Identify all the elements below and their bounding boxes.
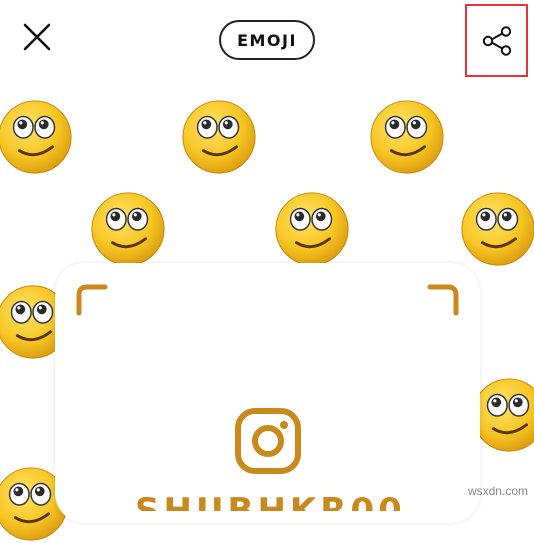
share-icon [482,25,511,56]
emoji-mode-button[interactable]: EMOJI [219,20,315,60]
instagram-icon[interactable] [235,408,301,474]
corner-bracket-top-right [427,284,459,316]
smiling-face-emoji-icon [459,190,534,268]
smiling-face-emoji-icon [0,98,74,176]
smiling-face-emoji-icon [89,190,167,268]
corner-bracket-top-left [76,284,108,316]
smiling-face-emoji-icon [180,98,258,176]
username-label: SHUBHKR009 [135,491,400,511]
close-button[interactable] [14,14,60,60]
watermark-text: wsxdn.com [467,484,528,498]
smiling-face-emoji-icon [368,98,446,176]
smiling-face-emoji-icon [273,190,351,268]
top-bar: EMOJI [0,0,534,80]
close-icon [23,23,51,51]
share-button[interactable] [465,4,528,77]
nametag-card: SHUBHKR009 [55,263,480,523]
